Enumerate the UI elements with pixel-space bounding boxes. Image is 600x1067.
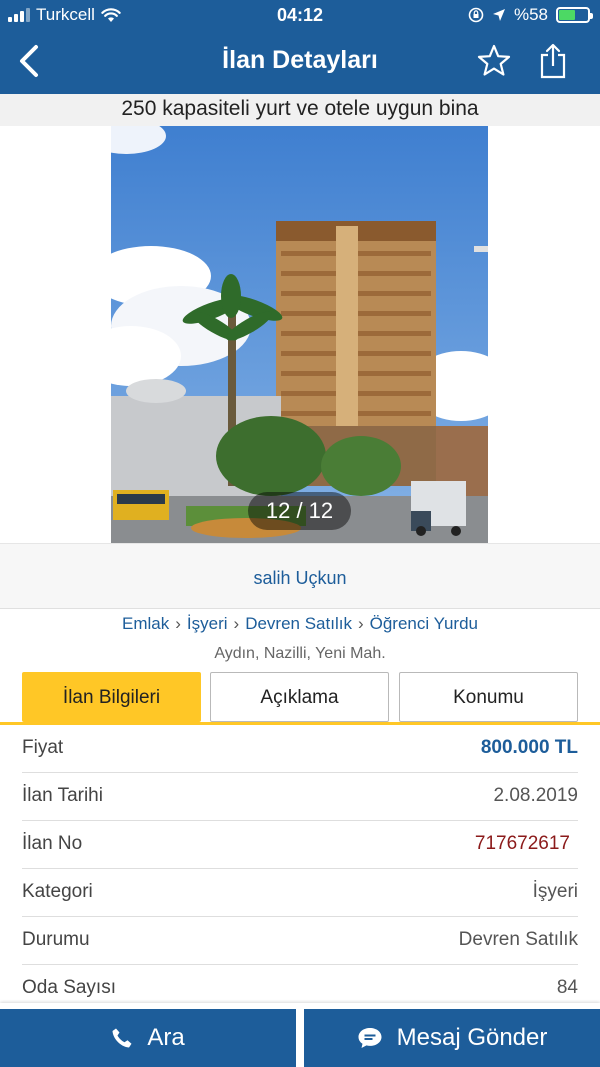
detail-label: Oda Sayısı bbox=[22, 977, 116, 998]
breadcrumb-separator: › bbox=[357, 614, 364, 633]
orientation-lock-icon bbox=[468, 7, 484, 23]
top-bar: Turkcell 04:12 %58 İlan Detayları bbox=[0, 0, 600, 94]
breadcrumb-item-isyeri[interactable]: İşyeri bbox=[187, 614, 228, 633]
send-message-label: Mesaj Gönder bbox=[396, 1024, 548, 1051]
breadcrumb-item-devren-satilik[interactable]: Devren Satılık bbox=[245, 614, 352, 633]
send-message-button[interactable]: Mesaj Gönder bbox=[304, 1009, 600, 1067]
detail-row-price: Fiyat 800.000 TL bbox=[22, 725, 578, 773]
nav-bar: İlan Detayları bbox=[0, 30, 600, 94]
status-bar: Turkcell 04:12 %58 bbox=[0, 0, 600, 30]
date-value: 2.08.2019 bbox=[493, 785, 578, 806]
seller-name[interactable]: salih Uçkun bbox=[0, 544, 600, 612]
detail-label: Durumu bbox=[22, 929, 90, 950]
breadcrumb: Emlak › İşyeri › Devren Satılık › Öğrenci Yurd… bbox=[0, 614, 600, 634]
favorite-star-icon[interactable] bbox=[476, 43, 512, 79]
detail-row-category: Kategori İşyeri bbox=[22, 869, 578, 917]
detail-label: İlan Tarihi bbox=[22, 785, 103, 806]
listing-photo[interactable]: 12 / 12 bbox=[111, 126, 488, 543]
breadcrumb-item-ogrenci-yurdu[interactable]: Öğrenci Yurdu bbox=[370, 614, 478, 633]
call-button-label: Ara bbox=[147, 1024, 185, 1051]
detail-label: Kategori bbox=[22, 881, 93, 902]
chat-bubble-icon bbox=[358, 1028, 382, 1048]
listing-details: Fiyat 800.000 TL İlan Tarihi 2.08.2019 İ… bbox=[0, 725, 600, 1013]
status-value: Devren Satılık bbox=[458, 929, 578, 950]
category-value: İşyeri bbox=[532, 881, 578, 902]
tab-konumu[interactable]: Konumu bbox=[399, 672, 578, 722]
breadcrumb-separator: › bbox=[233, 614, 240, 633]
status-right: %58 bbox=[468, 5, 593, 25]
rooms-value: 84 bbox=[556, 977, 578, 998]
listing-title: 250 kapasiteli yurt ve otele uygun bina bbox=[0, 94, 600, 126]
phone-icon bbox=[112, 1028, 132, 1048]
detail-row-date: İlan Tarihi 2.08.2019 bbox=[22, 773, 578, 821]
detail-label: İlan No bbox=[22, 833, 83, 854]
breadcrumb-item-emlak[interactable]: Emlak bbox=[122, 614, 169, 633]
breadcrumb-separator: › bbox=[175, 614, 181, 633]
next-photo-peek bbox=[474, 246, 488, 252]
bottom-action-bar: Ara Mesaj Gönder bbox=[0, 1003, 600, 1067]
share-icon[interactable] bbox=[538, 42, 568, 80]
price-value: 800.000 TL bbox=[480, 737, 578, 758]
call-button[interactable]: Ara bbox=[0, 1009, 296, 1067]
battery-percent: %58 bbox=[513, 5, 548, 24]
detail-tabs: İlan Bilgileri Açıklama Konumu bbox=[22, 672, 578, 722]
listing-location: Aydın, Nazilli, Yeni Mah. bbox=[214, 645, 386, 662]
location-arrow-icon bbox=[492, 9, 505, 21]
detail-row-status: Durumu Devren Satılık bbox=[22, 917, 578, 965]
detail-label: Fiyat bbox=[22, 737, 64, 758]
seller-section[interactable]: salih Uçkun bbox=[0, 543, 600, 609]
photo-counter: 12 / 12 bbox=[248, 492, 351, 530]
tab-aciklama[interactable]: Açıklama bbox=[210, 672, 389, 722]
battery-icon bbox=[556, 7, 593, 23]
tab-ilan-bilgileri[interactable]: İlan Bilgileri bbox=[22, 672, 201, 722]
building-photo-image bbox=[111, 126, 488, 543]
detail-row-ad-no: İlan No 717672617 bbox=[22, 821, 578, 869]
ad-no-value: 717672617 bbox=[474, 833, 570, 854]
